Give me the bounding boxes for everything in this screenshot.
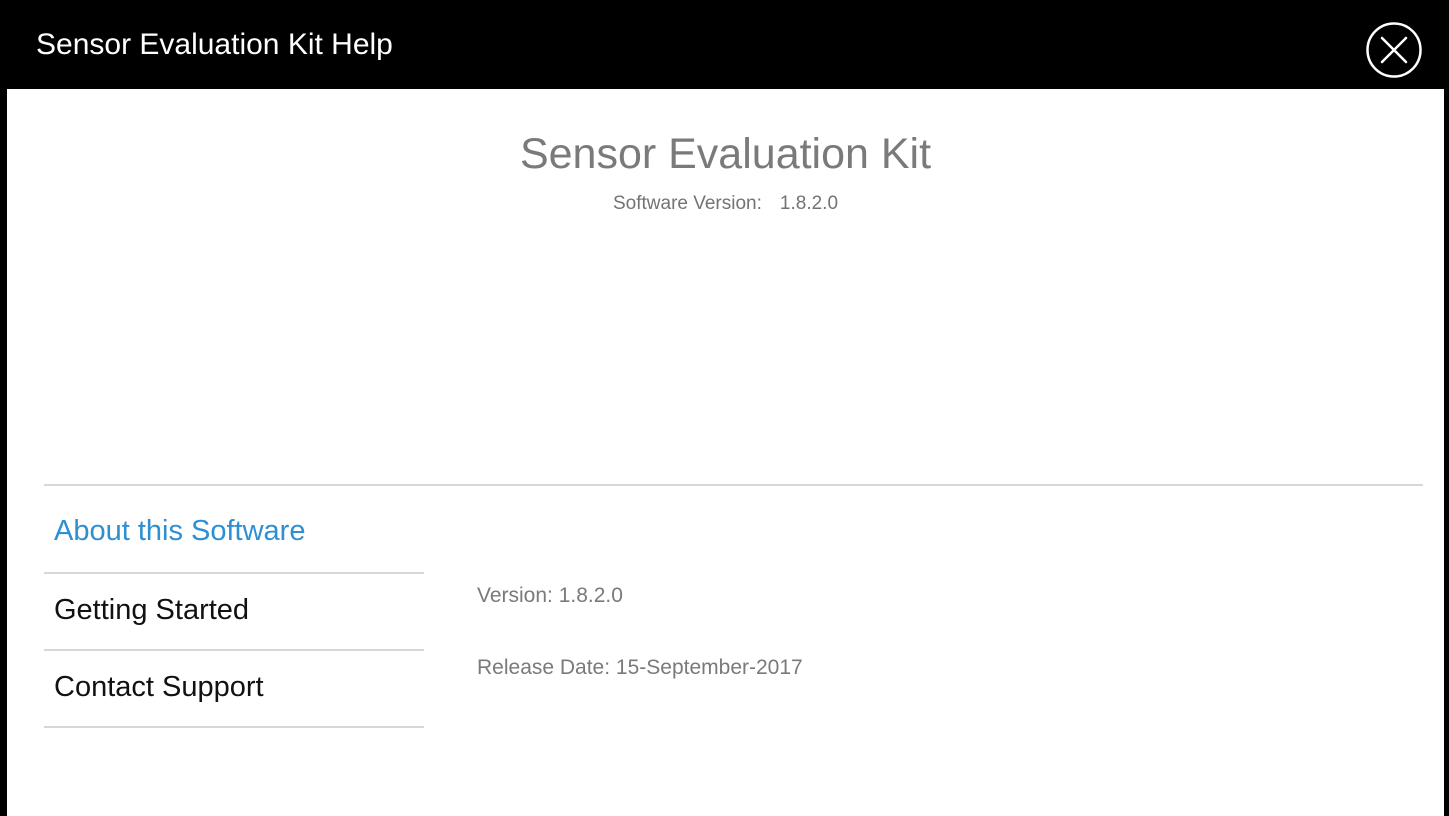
window-title: Sensor Evaluation Kit Help	[36, 28, 393, 61]
help-nav: About this Software Getting Started Cont…	[44, 496, 424, 728]
about-header: Sensor Evaluation Kit Software Version: 1…	[7, 126, 1444, 216]
title-bar: Sensor Evaluation Kit Help	[0, 0, 1449, 89]
section-divider	[44, 484, 1423, 486]
nav-item-about-this-software[interactable]: About this Software	[44, 496, 424, 574]
nav-item-label: About this Software	[54, 515, 306, 547]
detail-release-date: Release Date: 15-September-2017	[477, 656, 803, 679]
nav-item-getting-started[interactable]: Getting Started	[44, 574, 424, 651]
close-button[interactable]	[1365, 21, 1423, 79]
help-window: Sensor Evaluation Kit Help Sensor Evalua…	[0, 0, 1449, 816]
product-title: Sensor Evaluation Kit	[519, 130, 932, 178]
nav-item-label: Contact Support	[54, 671, 264, 703]
nav-item-contact-support[interactable]: Contact Support	[44, 651, 424, 728]
software-version-label: Software Version:	[612, 193, 762, 214]
detail-version: Version: 1.8.2.0	[477, 584, 623, 607]
software-version-line: Software Version: 1.8.2.0	[7, 192, 1444, 216]
close-circle-x-icon	[1366, 22, 1422, 78]
nav-item-label: Getting Started	[54, 594, 250, 626]
software-version-value: 1.8.2.0	[779, 193, 839, 214]
software-details: Version: 1.8.2.0 Release Date: 15-Septem…	[477, 582, 803, 682]
